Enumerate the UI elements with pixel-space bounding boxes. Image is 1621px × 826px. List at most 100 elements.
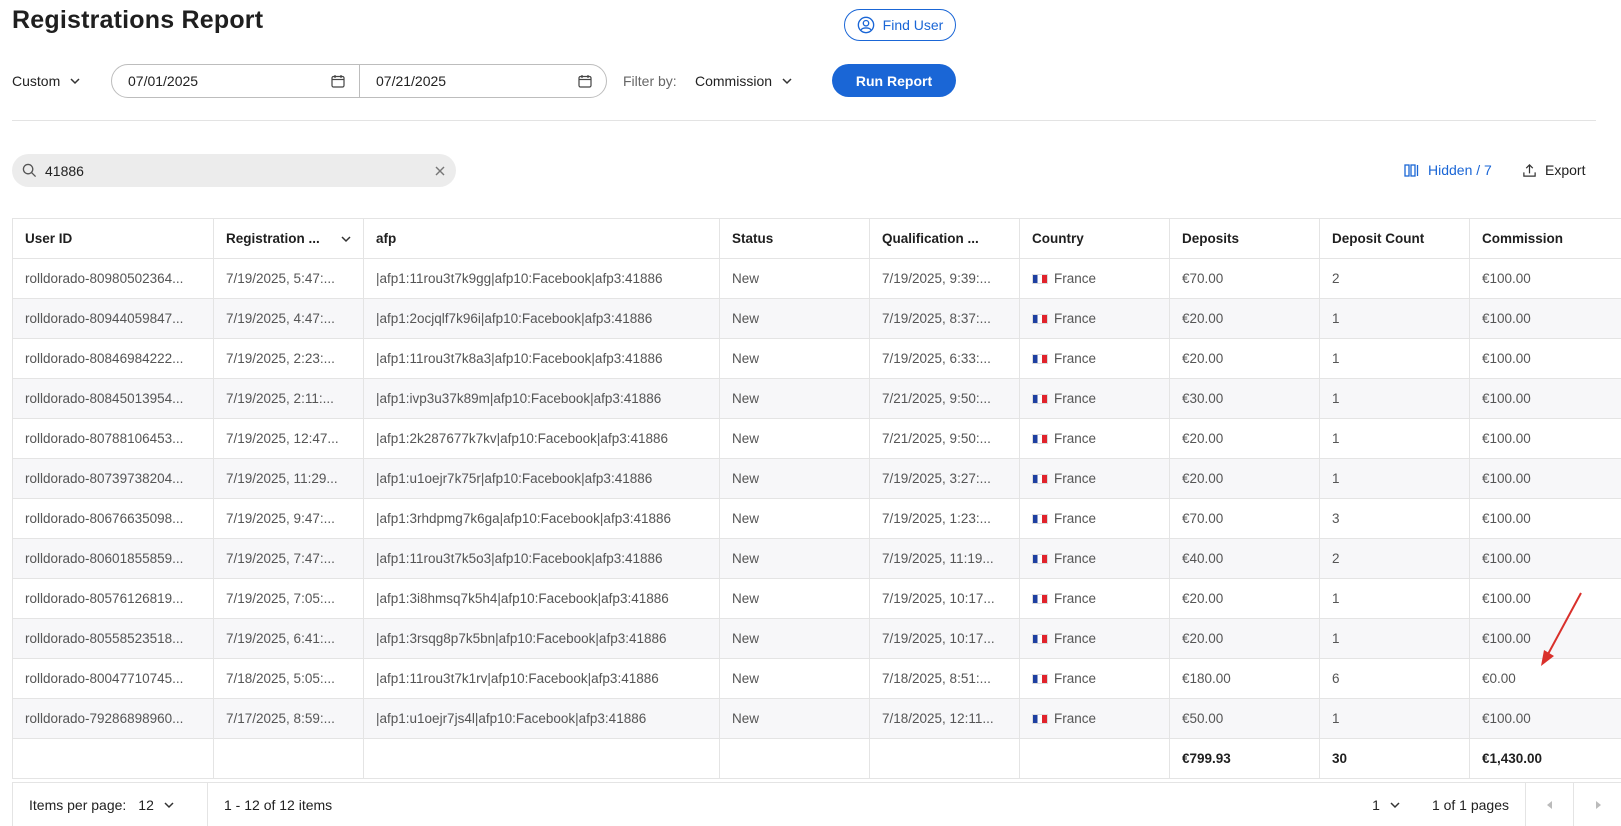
export-button[interactable]: Export	[1522, 160, 1585, 180]
cell-country: France	[1019, 698, 1170, 739]
cell-qualification-date: 7/19/2025, 10:17...	[869, 578, 1020, 619]
cell-user-id: rolldorado-80576126819...	[12, 578, 214, 619]
column-header-user-id[interactable]: User ID	[12, 218, 214, 259]
france-flag-icon	[1032, 474, 1048, 484]
cell-registration-date: 7/19/2025, 7:47:...	[213, 538, 364, 579]
country-label: France	[1054, 471, 1097, 486]
cell-afp: |afp1:3rsqg8p7k5bn|afp10:Facebook|afp3:4…	[363, 618, 720, 659]
calendar-icon[interactable]	[578, 74, 592, 88]
cell-status: New	[719, 298, 870, 339]
columns-icon	[1404, 164, 1419, 177]
chevron-down-icon	[70, 78, 80, 85]
cell-qualification-date: 7/19/2025, 10:17...	[869, 618, 1020, 659]
filter-by-select[interactable]: Commission	[695, 64, 792, 98]
column-header-deposit-count[interactable]: Deposit Count	[1319, 218, 1470, 259]
cell-commission: €100.00	[1469, 418, 1621, 459]
cell-deposits: €20.00	[1169, 578, 1320, 619]
page-select[interactable]: 1	[1372, 797, 1432, 813]
search-icon	[22, 163, 37, 178]
column-header-registration[interactable]: Registration ...	[213, 218, 364, 259]
cell-user-id: rolldorado-80846984222...	[12, 338, 214, 379]
table-row[interactable]: rolldorado-80558523518... 7/19/2025, 6:41…	[12, 618, 1621, 659]
cell-deposit-count: 2	[1319, 258, 1470, 299]
table-row[interactable]: rolldorado-80980502364... 7/19/2025, 5:47…	[12, 258, 1621, 299]
table-row[interactable]: rolldorado-80845013954... 7/19/2025, 2:11…	[12, 378, 1621, 419]
country-label: France	[1054, 631, 1097, 646]
items-per-page-select[interactable]: 12	[138, 797, 174, 813]
table-row[interactable]: rolldorado-80676635098... 7/19/2025, 9:47…	[12, 498, 1621, 539]
cell-status: New	[719, 338, 870, 379]
cell-qualification-date: 7/19/2025, 6:33:...	[869, 338, 1020, 379]
cell-deposits: €40.00	[1169, 538, 1320, 579]
cell-afp: |afp1:2k287677k7kv|afp10:Facebook|afp3:4…	[363, 418, 720, 459]
total-commission: €1,430.00	[1469, 738, 1621, 779]
cell-country: France	[1019, 458, 1170, 499]
date-range-value: Custom	[12, 73, 61, 89]
start-date-input[interactable]: 07/01/2025	[111, 64, 360, 98]
table-row[interactable]: rolldorado-80846984222... 7/19/2025, 2:23…	[12, 338, 1621, 379]
column-header-commission[interactable]: Commission	[1469, 218, 1621, 259]
country-label: France	[1054, 551, 1097, 566]
cell-afp: |afp1:u1oejr7js4l|afp10:Facebook|afp3:41…	[363, 698, 720, 739]
cell-registration-date: 7/19/2025, 4:47:...	[213, 298, 364, 339]
column-header-country[interactable]: Country	[1019, 218, 1170, 259]
cell-deposits: €180.00	[1169, 658, 1320, 699]
cell-deposits: €20.00	[1169, 618, 1320, 659]
cell-deposit-count: 1	[1319, 578, 1470, 619]
table-row[interactable]: rolldorado-80739738204... 7/19/2025, 11:2…	[12, 458, 1621, 499]
cell-afp: |afp1:11rou3t7k5o3|afp10:Facebook|afp3:4…	[363, 538, 720, 579]
cell-user-id: rolldorado-80788106453...	[12, 418, 214, 459]
totals-empty-cell	[363, 738, 720, 779]
date-range-select[interactable]: Custom	[12, 64, 80, 98]
france-flag-icon	[1032, 354, 1048, 364]
items-range-text: 1 - 12 of 12 items	[224, 796, 333, 813]
totals-row: €799.93 30 €1,430.00	[12, 738, 1621, 779]
table-row[interactable]: rolldorado-80788106453... 7/19/2025, 12:4…	[12, 418, 1621, 459]
table-row[interactable]: rolldorado-80047710745... 7/18/2025, 5:05…	[12, 658, 1621, 699]
run-report-button[interactable]: Run Report	[832, 64, 956, 97]
table-row[interactable]: rolldorado-79286898960... 7/17/2025, 8:59…	[12, 698, 1621, 739]
table-row[interactable]: rolldorado-80944059847... 7/19/2025, 4:47…	[12, 298, 1621, 339]
column-header-afp[interactable]: afp	[363, 218, 720, 259]
cell-user-id: rolldorado-80676635098...	[12, 498, 214, 539]
user-circle-icon	[857, 16, 874, 34]
cell-registration-date: 7/17/2025, 8:59:...	[213, 698, 364, 739]
table-header-row: User ID Registration ... afp Status Qual…	[12, 218, 1621, 259]
cell-afp: |afp1:3i8hmsq7k5h4|afp10:Facebook|afp3:4…	[363, 578, 720, 619]
table-row[interactable]: rolldorado-80601855859... 7/19/2025, 7:47…	[12, 538, 1621, 579]
end-date-input[interactable]: 07/21/2025	[359, 64, 607, 98]
totals-empty-cell	[213, 738, 364, 779]
cell-deposits: €20.00	[1169, 458, 1320, 499]
column-header-status[interactable]: Status	[719, 218, 870, 259]
cell-country: France	[1019, 338, 1170, 379]
cell-commission: €100.00	[1469, 458, 1621, 499]
france-flag-icon	[1032, 274, 1048, 284]
totals-empty-cell	[1019, 738, 1170, 779]
cell-deposit-count: 3	[1319, 498, 1470, 539]
column-header-deposits[interactable]: Deposits	[1169, 218, 1320, 259]
calendar-icon[interactable]	[331, 74, 345, 88]
cell-qualification-date: 7/18/2025, 8:51:...	[869, 658, 1020, 699]
close-icon[interactable]	[434, 165, 446, 177]
next-page-button[interactable]	[1573, 782, 1621, 826]
country-label: France	[1054, 511, 1097, 526]
totals-empty-cell	[869, 738, 1020, 779]
search-input[interactable]: 41886	[12, 154, 456, 187]
country-label: France	[1054, 351, 1097, 366]
cell-deposits: €20.00	[1169, 338, 1320, 379]
hidden-columns-button[interactable]: Hidden / 7	[1404, 160, 1492, 180]
cell-qualification-date: 7/21/2025, 9:50:...	[869, 378, 1020, 419]
column-header-qualification[interactable]: Qualification ...	[869, 218, 1020, 259]
total-deposits: €799.93	[1169, 738, 1320, 779]
find-user-button[interactable]: Find User	[844, 9, 956, 41]
previous-page-button[interactable]	[1525, 782, 1573, 826]
cell-afp: |afp1:u1oejr7k75r|afp10:Facebook|afp3:41…	[363, 458, 720, 499]
cell-status: New	[719, 458, 870, 499]
cell-qualification-date: 7/19/2025, 11:19...	[869, 538, 1020, 579]
cell-afp: |afp1:11rou3t7k1rv|afp10:Facebook|afp3:4…	[363, 658, 720, 699]
country-label: France	[1054, 671, 1097, 686]
export-label: Export	[1545, 162, 1586, 178]
table-row[interactable]: rolldorado-80576126819... 7/19/2025, 7:05…	[12, 578, 1621, 619]
sort-chevron-icon[interactable]	[341, 234, 351, 244]
cell-deposits: €20.00	[1169, 298, 1320, 339]
